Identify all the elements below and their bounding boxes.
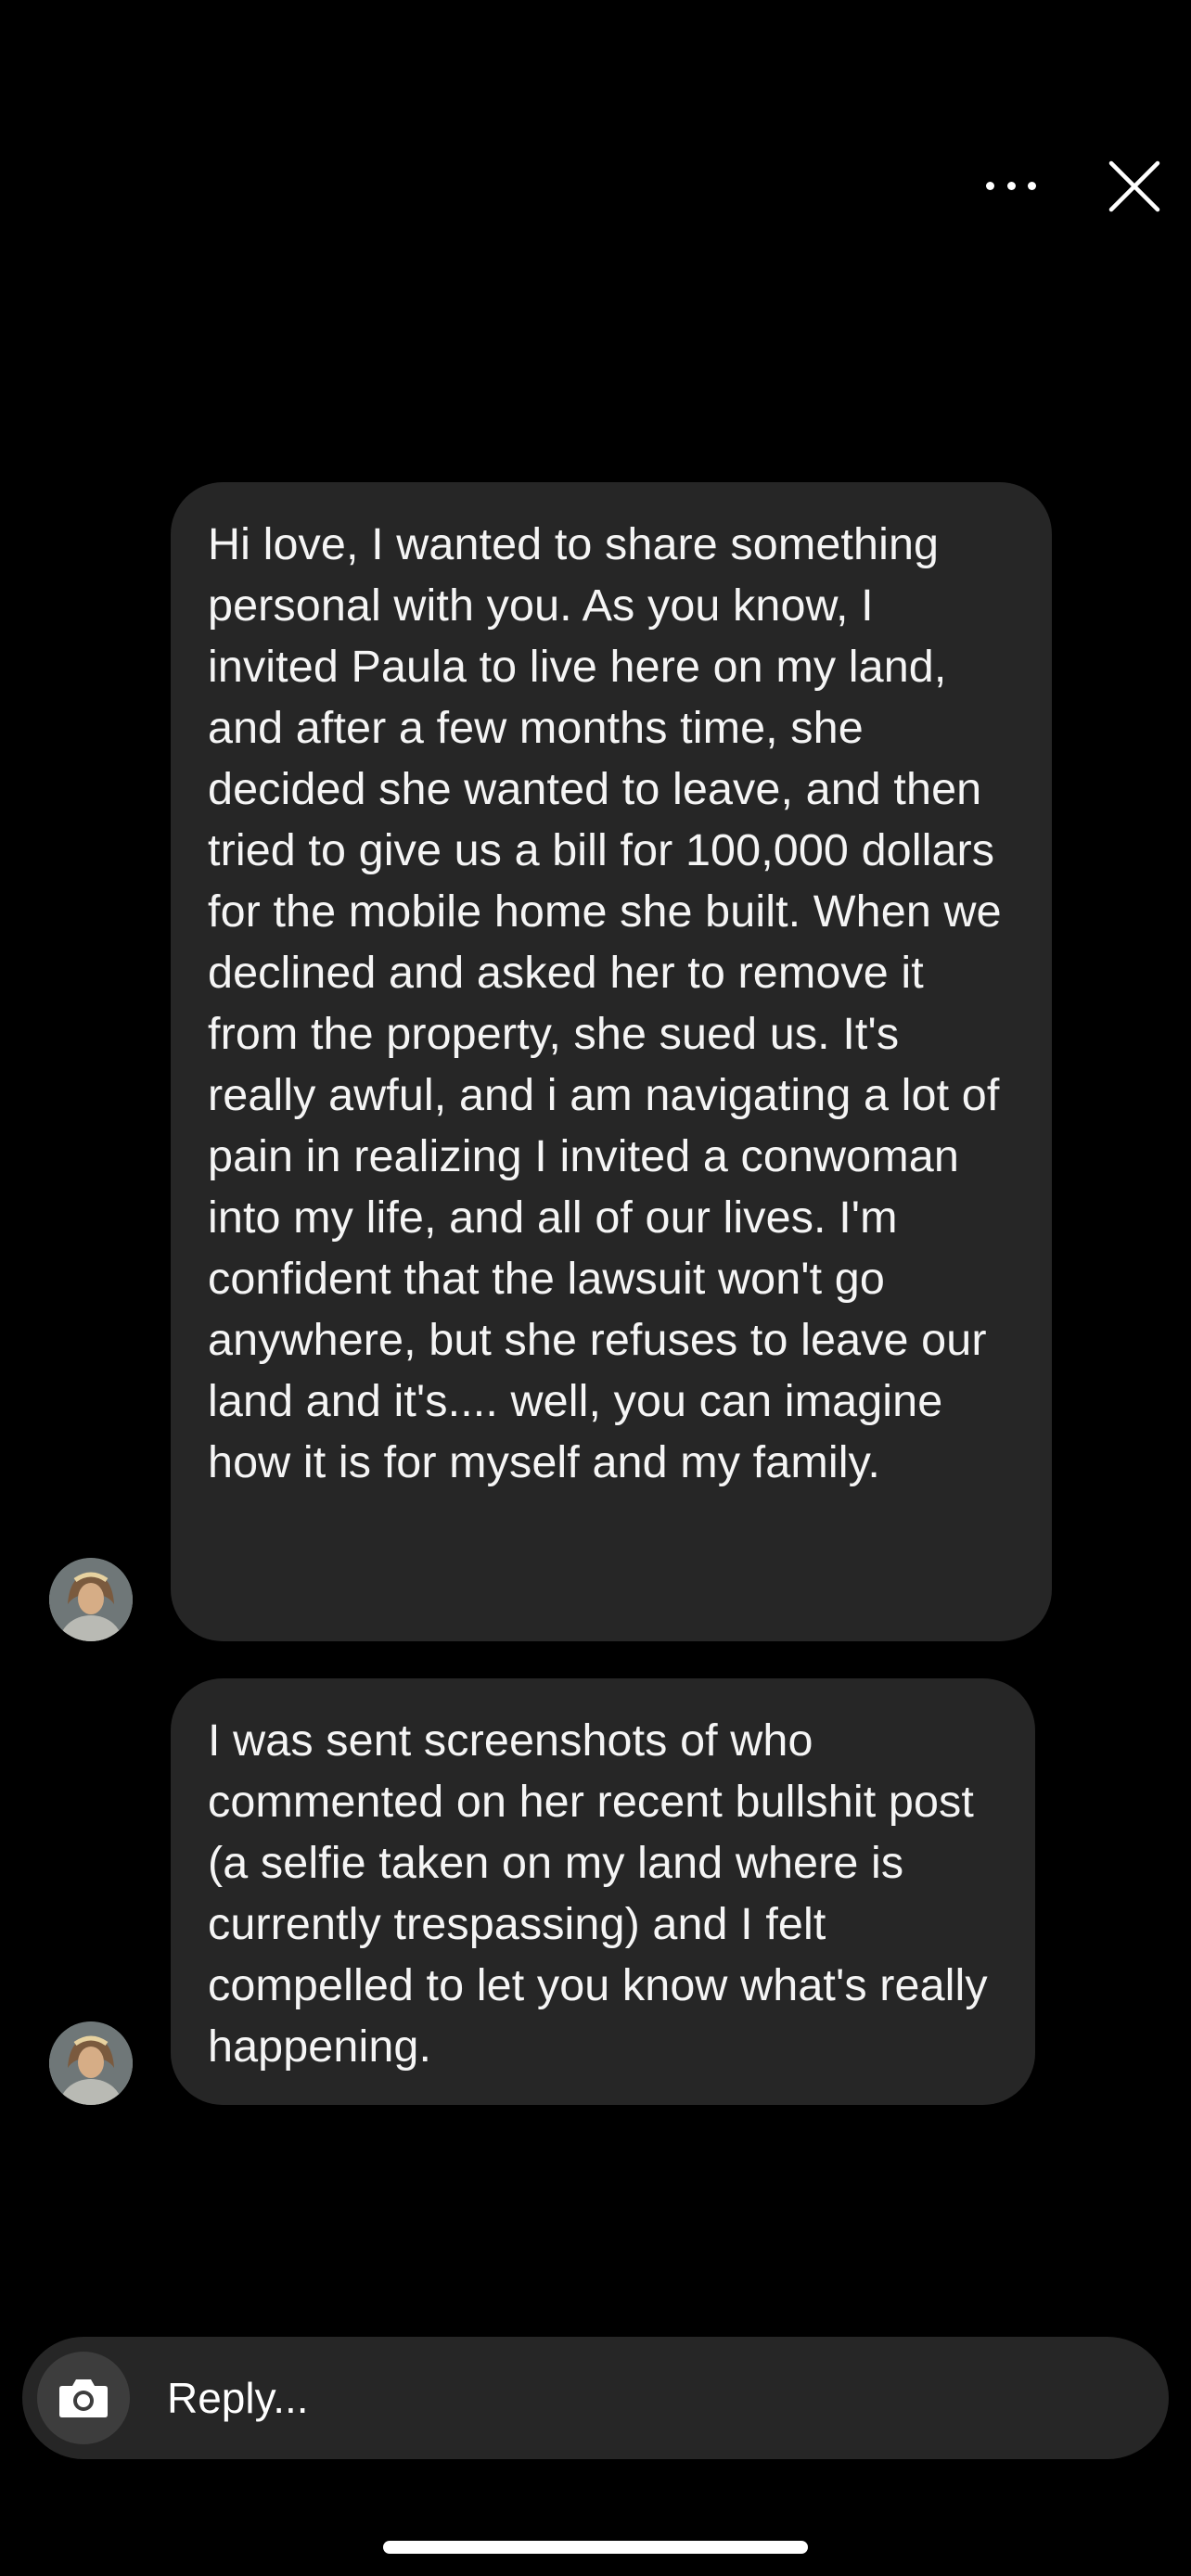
more-icon-dot — [1028, 181, 1036, 190]
message-bubble[interactable]: Hi love, I wanted to share something per… — [171, 482, 1052, 1641]
reply-composer — [22, 2337, 1169, 2459]
camera-icon — [59, 2379, 108, 2417]
home-indicator[interactable] — [383, 2541, 808, 2554]
more-options-button[interactable] — [983, 167, 1039, 204]
story-header — [0, 139, 1191, 232]
close-icon — [1108, 160, 1160, 212]
reply-input[interactable] — [167, 2365, 1132, 2431]
more-icon-dot — [986, 181, 994, 190]
camera-button[interactable] — [37, 2352, 130, 2444]
avatar[interactable] — [49, 2021, 133, 2105]
avatar[interactable] — [49, 1558, 133, 1641]
message-bubble[interactable]: I was sent screenshots of who commented … — [171, 1678, 1035, 2105]
close-button[interactable] — [1106, 158, 1163, 215]
more-icon-dot — [1006, 181, 1016, 190]
